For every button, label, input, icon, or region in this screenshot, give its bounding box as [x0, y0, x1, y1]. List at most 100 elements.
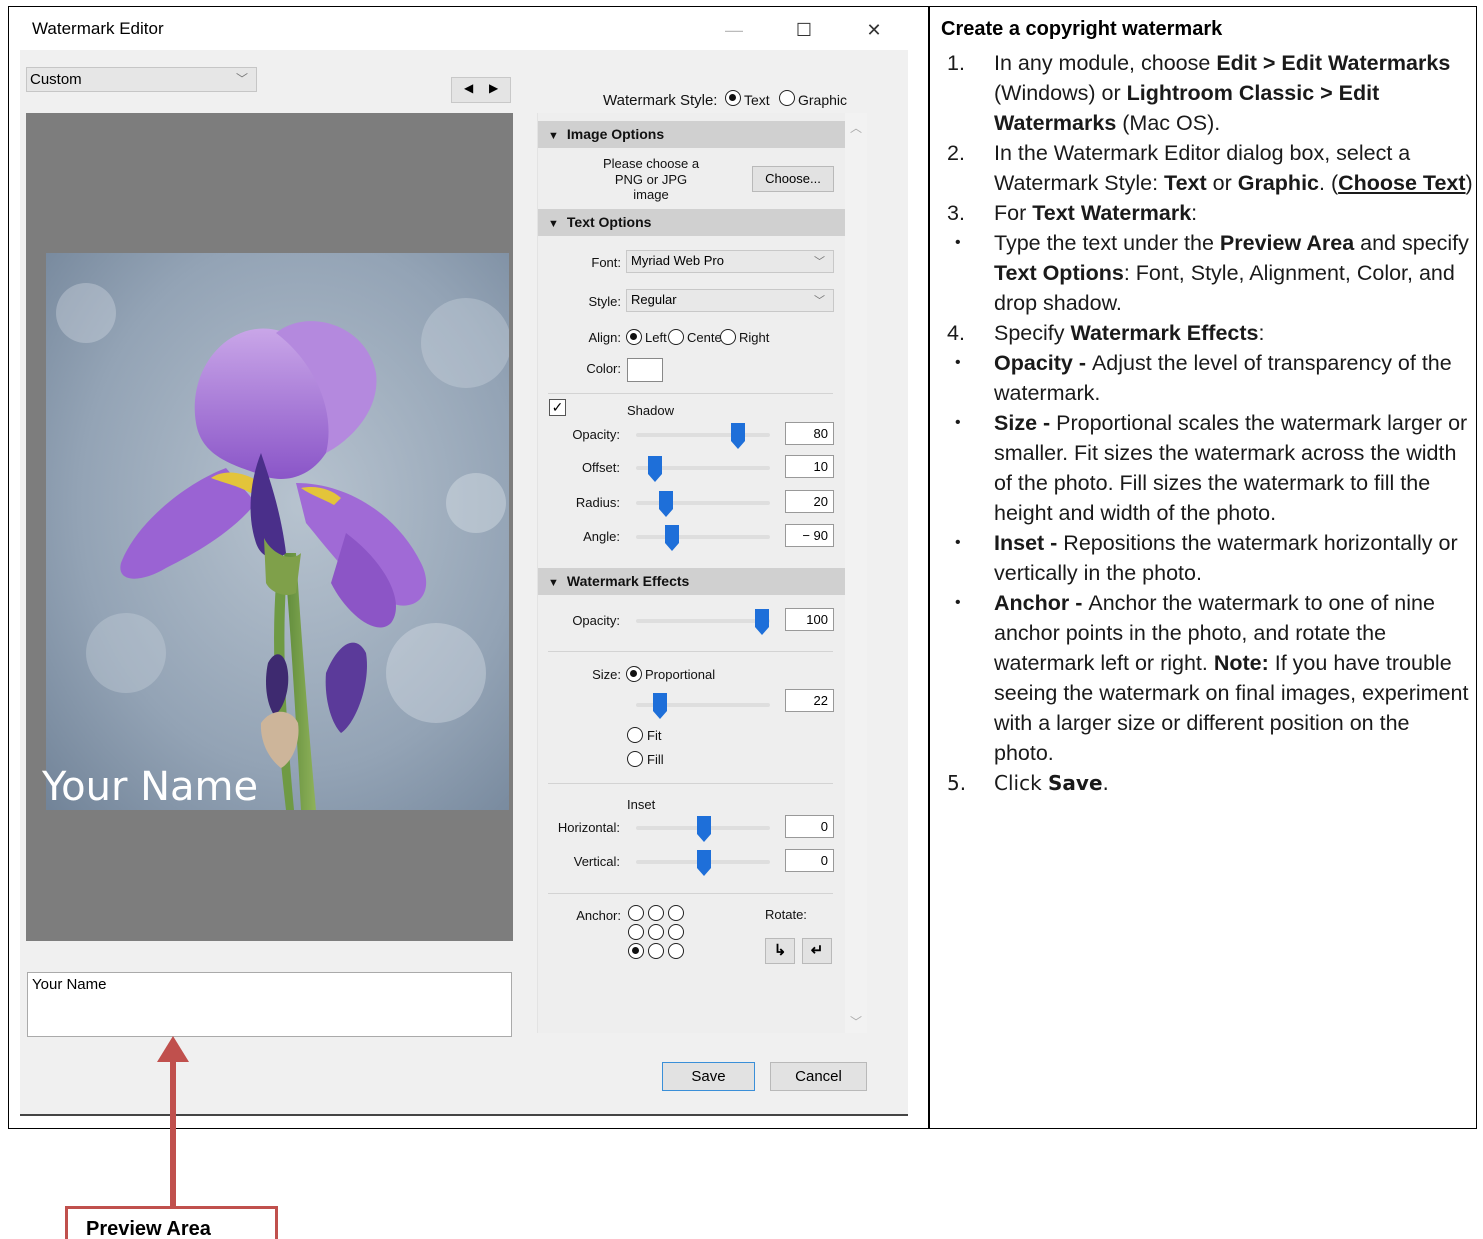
- instruction-text: and specify: [1354, 231, 1469, 255]
- watermark-text-value: Your Name: [32, 976, 107, 993]
- instruction-step: 5. Click Save.: [941, 768, 1473, 798]
- inset-horizontal-thumb[interactable]: [697, 816, 711, 842]
- size-fit-radio[interactable]: [627, 727, 643, 743]
- effects-opacity-thumb[interactable]: [755, 609, 769, 635]
- anchor-middle-right-radio[interactable]: [668, 924, 684, 940]
- color-swatch[interactable]: [627, 358, 663, 382]
- shadow-angle-thumb[interactable]: [665, 525, 679, 551]
- image-options-header[interactable]: ▼ Image Options: [538, 121, 845, 148]
- effects-opacity-track[interactable]: [636, 619, 770, 623]
- inset-vertical-value[interactable]: 0: [785, 849, 834, 872]
- shadow-offset-thumb[interactable]: [648, 456, 662, 482]
- choose-image-button[interactable]: Choose...: [752, 166, 834, 192]
- instruction-text: Proportional scales the watermark larger…: [994, 411, 1468, 525]
- save-button[interactable]: Save: [662, 1062, 755, 1091]
- instructions-title: Create a copyright watermark: [941, 18, 1223, 40]
- size-proportional-label: Proportional: [645, 667, 716, 682]
- instruction-text: Watermark Effects: [1070, 321, 1259, 345]
- instruction-text: (Windows) or: [994, 81, 1127, 105]
- bullet-marker: •: [955, 594, 961, 611]
- align-right-radio[interactable]: [720, 329, 736, 345]
- instruction-step: • Inset - Repositions the watermark horiz…: [941, 528, 1473, 588]
- instruction-text: Type the text under the: [994, 231, 1220, 255]
- size-fill-radio[interactable]: [627, 751, 643, 767]
- anchor-top-center-radio[interactable]: [648, 905, 664, 921]
- rotate-label: Rotate:: [765, 907, 807, 922]
- anchor-bottom-right-radio[interactable]: [668, 943, 684, 959]
- instruction-text: Text: [1164, 171, 1207, 195]
- shadow-opacity-value[interactable]: 80: [785, 422, 834, 445]
- instruction-text: Specify: [994, 321, 1071, 345]
- scroll-up-icon[interactable]: ︿: [850, 119, 862, 136]
- instruction-text: Choose Text: [1338, 171, 1466, 195]
- size-thumb[interactable]: [653, 693, 667, 719]
- instruction-step: 2. In the Watermark Editor dialog box, se…: [941, 138, 1473, 198]
- anchor-center-radio[interactable]: [648, 924, 664, 940]
- instruction-text: In any module, choose: [994, 51, 1217, 75]
- anchor-middle-left-radio[interactable]: [628, 924, 644, 940]
- instruction-text: Inset -: [994, 531, 1064, 555]
- cancel-button[interactable]: Cancel: [770, 1062, 867, 1091]
- shadow-angle-track[interactable]: [636, 535, 770, 539]
- instruction-text: ): [1465, 171, 1473, 195]
- effects-opacity-value[interactable]: 100: [785, 608, 834, 631]
- shadow-angle-value[interactable]: − 90: [785, 524, 834, 547]
- shadow-radius-label: Radius:: [575, 495, 620, 510]
- preset-dropdown[interactable]: Custom ﹀: [26, 67, 257, 92]
- shadow-radius-thumb[interactable]: [659, 491, 673, 517]
- align-center-radio[interactable]: [668, 329, 684, 345]
- anchor-top-left-radio[interactable]: [628, 905, 644, 921]
- bullet-marker: •: [955, 534, 961, 551]
- previous-arrow-icon[interactable]: ◀: [464, 81, 473, 95]
- style-dropdown[interactable]: Regular ﹀: [626, 289, 834, 312]
- rotate-right-icon[interactable]: ↳: [765, 938, 795, 964]
- inset-vertical-thumb[interactable]: [697, 850, 711, 876]
- shadow-opacity-label: Opacity:: [572, 427, 620, 442]
- instruction-text: Graphic: [1237, 171, 1319, 195]
- inset-horizontal-value[interactable]: 0: [785, 815, 834, 838]
- instruction-step: • Type the text under the Preview Area an…: [941, 228, 1473, 318]
- effects-opacity-label: Opacity:: [572, 613, 620, 628]
- watermark-effects-header[interactable]: ▼ Watermark Effects: [538, 568, 845, 595]
- step-number: 4.: [947, 321, 965, 345]
- shadow-radius-track[interactable]: [636, 501, 770, 505]
- shadow-radius-value[interactable]: 20: [785, 490, 834, 513]
- rotate-left-icon[interactable]: ↵: [802, 938, 832, 964]
- minimize-icon[interactable]: —: [714, 14, 754, 46]
- style-text-radio[interactable]: [725, 90, 741, 106]
- instructions-list: 1. In any module, choose Edit > Edit Wate…: [941, 48, 1473, 798]
- text-options-header[interactable]: ▼ Text Options: [538, 209, 845, 236]
- shadow-opacity-track[interactable]: [636, 433, 770, 437]
- watermark-text-input[interactable]: Your Name: [27, 972, 512, 1037]
- close-icon[interactable]: ✕: [854, 14, 894, 46]
- chevron-down-icon: ﹀: [814, 295, 825, 307]
- shadow-angle-label: Angle:: [583, 529, 620, 544]
- maximize-icon[interactable]: ☐: [784, 14, 824, 46]
- anchor-bottom-center-radio[interactable]: [648, 943, 664, 959]
- options-scrollbar[interactable]: ︿ ﹀: [845, 113, 867, 1033]
- size-fit-label: Fit: [647, 728, 662, 743]
- next-arrow-icon[interactable]: ▶: [489, 81, 498, 95]
- shadow-opacity-thumb[interactable]: [731, 423, 745, 449]
- size-proportional-radio[interactable]: [626, 666, 642, 682]
- step-number: 3.: [947, 201, 965, 225]
- title-bar: Watermark Editor — ☐ ✕: [20, 8, 908, 50]
- style-graphic-radio[interactable]: [779, 90, 795, 106]
- style-text-label: Text: [744, 92, 770, 108]
- anchor-bottom-left-radio[interactable]: [628, 943, 644, 959]
- size-value[interactable]: 22: [785, 689, 834, 712]
- color-label: Color:: [586, 361, 621, 376]
- bullet-marker: •: [955, 414, 961, 431]
- separator: [548, 893, 833, 894]
- instruction-text: Preview Area: [1219, 231, 1355, 255]
- instruction-text: Repositions the watermark horizontally o…: [994, 531, 1458, 585]
- anchor-top-right-radio[interactable]: [668, 905, 684, 921]
- shadow-label: Shadow: [627, 403, 674, 418]
- step-number: 1.: [947, 51, 965, 75]
- shadow-checkbox[interactable]: ✓: [549, 399, 566, 416]
- shadow-offset-value[interactable]: 10: [785, 455, 834, 478]
- font-dropdown[interactable]: Myriad Web Pro ﹀: [626, 250, 834, 273]
- instruction-text: or: [1206, 171, 1238, 195]
- align-left-radio[interactable]: [626, 329, 642, 345]
- scroll-down-icon[interactable]: ﹀: [850, 1013, 862, 1030]
